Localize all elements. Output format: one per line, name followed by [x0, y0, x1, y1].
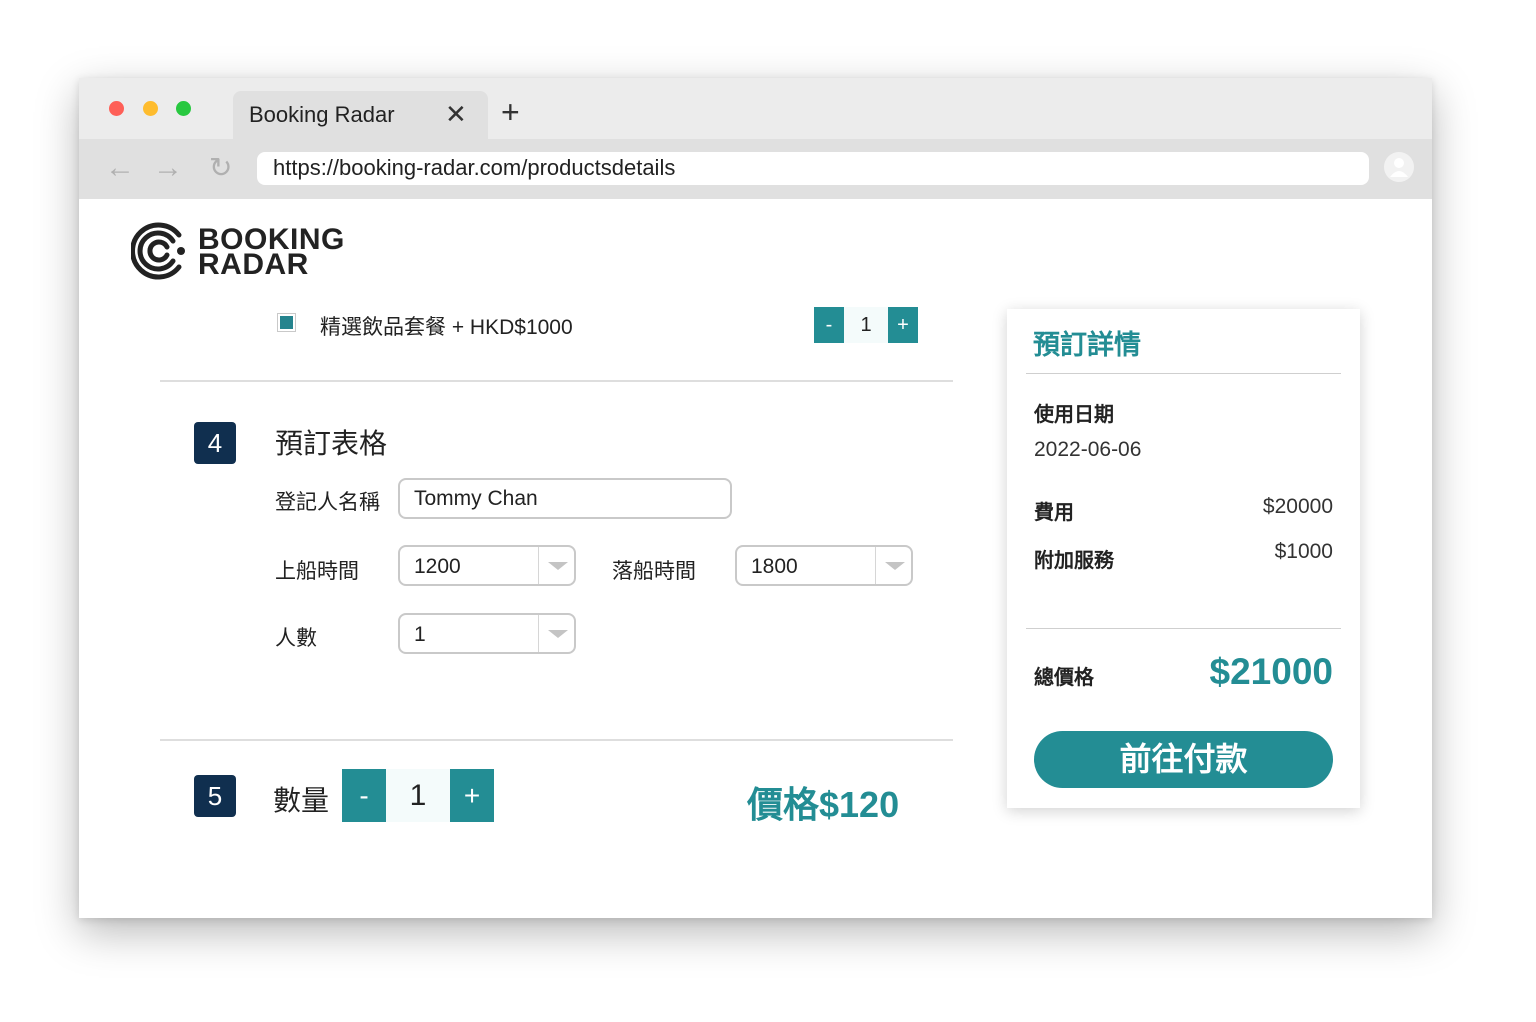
summary-divider	[1026, 628, 1341, 629]
addon-plus-button[interactable]: +	[888, 307, 918, 343]
forward-arrow-icon[interactable]: →	[153, 151, 183, 185]
minimize-window-dot[interactable]	[143, 101, 158, 116]
name-input[interactable]: Tommy Chan	[398, 478, 732, 519]
addon-quantity-value[interactable]: 1	[844, 307, 888, 343]
people-count-label: 人數	[275, 627, 317, 650]
checkbox-checked-mark	[280, 316, 293, 329]
tab-bar: Booking Radar ✕ +	[79, 78, 1432, 139]
name-label: 登記人名稱	[275, 491, 380, 514]
fee-value: $20000	[1262, 495, 1333, 518]
total-price: $21000	[1209, 651, 1333, 692]
logo-mark-icon	[130, 221, 191, 281]
browser-tab[interactable]: Booking Radar ✕	[233, 91, 488, 139]
name-input-value: Tommy Chan	[414, 487, 538, 510]
people-count-select[interactable]: 1	[398, 613, 576, 654]
dropdown-button[interactable]	[875, 547, 912, 584]
alighting-time-select[interactable]: 1800	[735, 545, 913, 586]
total-label: 總價格	[1034, 667, 1094, 689]
step-number-badge: 4	[194, 422, 236, 464]
maximize-window-dot[interactable]	[176, 101, 191, 116]
section-divider	[160, 380, 953, 382]
addon-quantity-stepper: - 1 +	[814, 307, 918, 343]
address-bar[interactable]: https://booking-radar.com/productsdetail…	[257, 152, 1369, 185]
quantity-plus-button[interactable]: +	[450, 769, 494, 822]
unit-price: 價格$120	[747, 784, 900, 825]
booking-summary-card: 預訂詳情 使用日期 2022-06-06 費用 $20000 附加服務 $100…	[1007, 309, 1360, 808]
back-arrow-icon[interactable]: ←	[105, 151, 135, 185]
extra-service-label: 附加服務	[1034, 550, 1114, 572]
quantity-value[interactable]: 1	[386, 769, 450, 822]
logo-text-radar: RADAR	[198, 248, 309, 281]
close-icon[interactable]: ✕	[445, 99, 467, 129]
step-number-badge: 5	[194, 775, 236, 817]
extra-service-value: $1000	[1274, 540, 1333, 563]
summary-title: 預訂詳情	[1033, 330, 1141, 360]
chevron-down-icon	[548, 562, 568, 570]
quantity-minus-button[interactable]: -	[342, 769, 386, 822]
chevron-down-icon	[885, 562, 905, 570]
date-label: 使用日期	[1034, 404, 1114, 426]
dropdown-button[interactable]	[538, 615, 575, 652]
close-window-dot[interactable]	[109, 101, 124, 116]
chevron-down-icon	[548, 630, 568, 638]
boarding-time-select[interactable]: 1200	[398, 545, 576, 586]
section-divider	[160, 739, 953, 741]
quantity-stepper: - 1 +	[342, 769, 494, 822]
summary-divider	[1026, 373, 1341, 374]
nav-bar: ← → ↻ https://booking-radar.com/products…	[79, 139, 1432, 199]
addon-label: 精選飲品套餐 + HKD$1000	[320, 316, 573, 339]
tab-title: Booking Radar	[249, 102, 395, 127]
alighting-time-value: 1800	[751, 555, 798, 578]
boarding-time-label: 上船時間	[275, 560, 359, 583]
boarding-time-value: 1200	[414, 555, 461, 578]
reload-icon[interactable]: ↻	[209, 151, 232, 185]
plus-icon[interactable]: +	[501, 96, 520, 128]
dropdown-button[interactable]	[538, 547, 575, 584]
fee-label: 費用	[1034, 502, 1074, 524]
url-text: https://booking-radar.com/productsdetail…	[273, 155, 676, 180]
people-count-value: 1	[414, 623, 426, 646]
addon-minus-button[interactable]: -	[814, 307, 844, 343]
quantity-title: 數量	[273, 785, 330, 816]
alighting-time-label: 落船時間	[612, 560, 696, 583]
date-value: 2022-06-06	[1034, 438, 1142, 461]
section-title: 預訂表格	[275, 428, 388, 459]
proceed-to-payment-button[interactable]: 前往付款	[1034, 731, 1333, 788]
profile-icon[interactable]	[1384, 152, 1414, 182]
addon-checkbox[interactable]	[277, 313, 296, 332]
